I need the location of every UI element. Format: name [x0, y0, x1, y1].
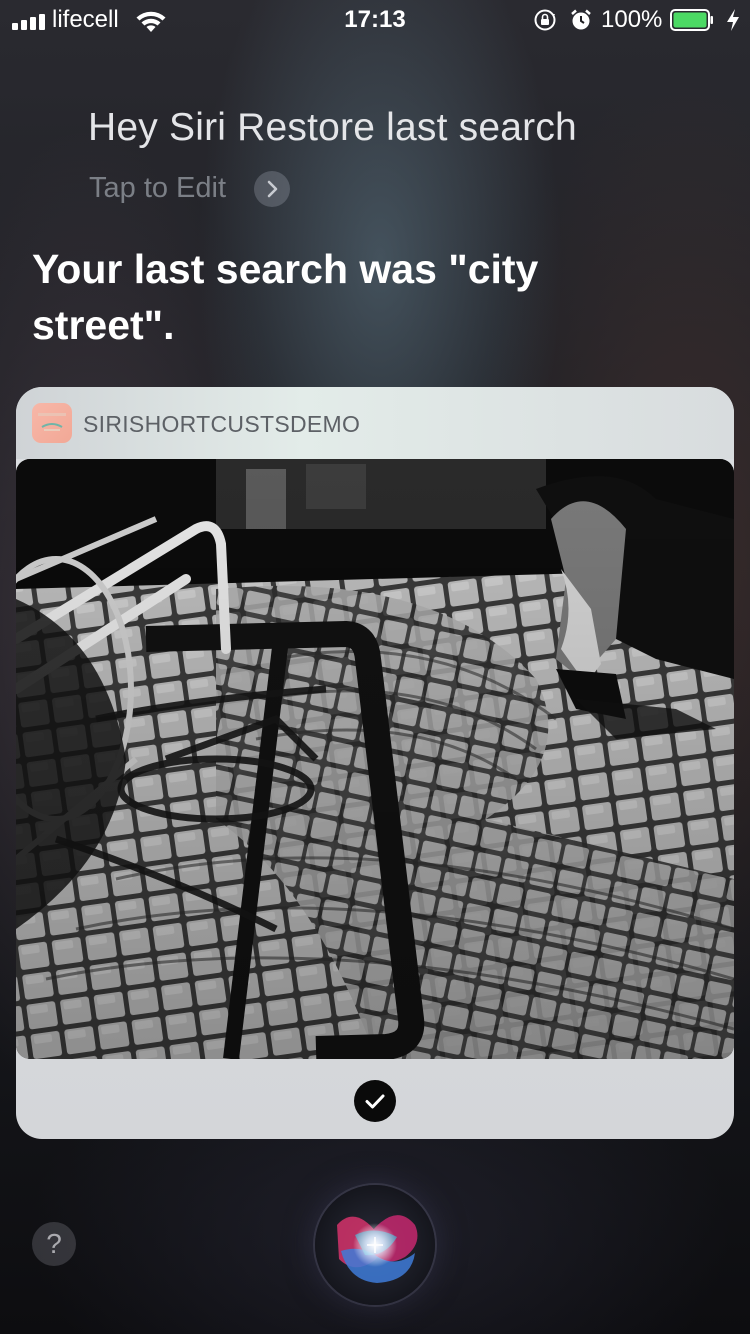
status-bar: lifecell 17:13 100%	[0, 0, 750, 40]
checkmark-icon	[365, 1094, 385, 1109]
siri-response-text: Your last search was "city street".	[32, 246, 539, 348]
battery-icon	[670, 9, 713, 31]
siri-button[interactable]	[315, 1185, 435, 1305]
card-header: SIRISHORTCUSTSDEMO	[16, 387, 734, 459]
charging-bolt-icon	[727, 9, 739, 31]
alarm-icon	[571, 9, 591, 30]
rotation-lock-icon	[534, 9, 556, 31]
tap-to-edit-button[interactable]	[254, 171, 290, 207]
siri-screen: lifecell 17:13 100% Hey Siri Restore las…	[0, 0, 750, 1334]
help-button[interactable]: ?	[32, 1222, 76, 1266]
battery-percent: 100%	[601, 6, 663, 33]
app-name: SIRISHORTCUSTSDEMO	[83, 411, 361, 437]
tap-to-edit-link[interactable]: Tap to Edit	[89, 172, 226, 205]
photo-city-street	[16, 459, 734, 1059]
chevron-right-icon	[267, 180, 278, 198]
siri-query-text[interactable]: Hey Siri Restore last search	[88, 106, 577, 150]
app-icon	[32, 403, 72, 443]
search-result-photo[interactable]	[16, 459, 734, 1059]
siri-orb-icon	[337, 1215, 418, 1283]
confirm-button[interactable]	[354, 1080, 396, 1122]
shortcut-result-card[interactable]: SIRISHORTCUSTSDEMO	[16, 387, 734, 1139]
